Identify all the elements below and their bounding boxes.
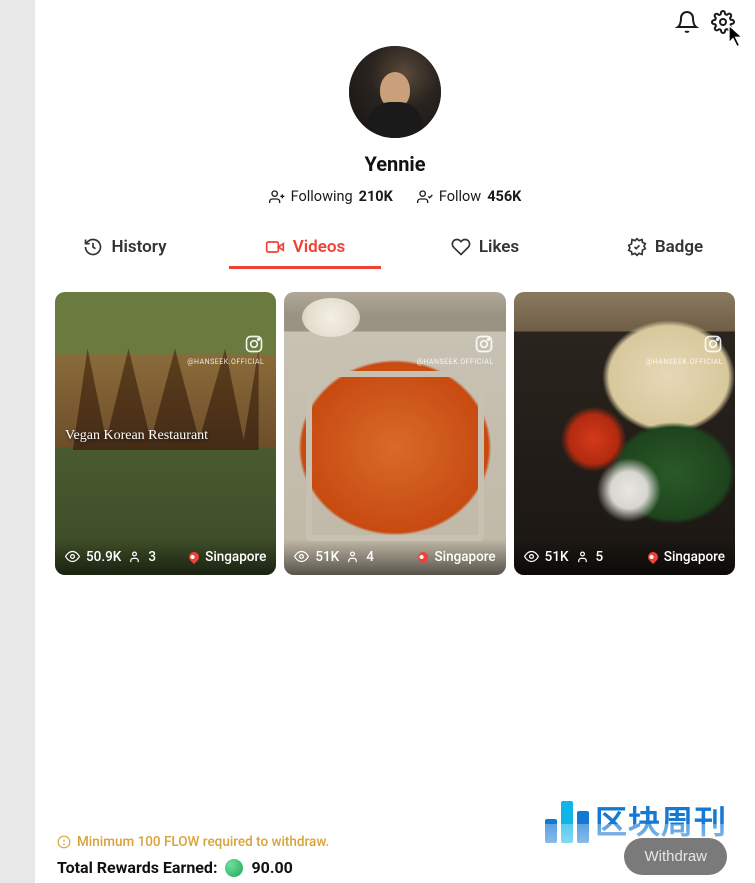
- location-label: Singapore: [434, 549, 495, 565]
- tab-label: History: [111, 237, 166, 257]
- instagram-icon: [244, 334, 264, 354]
- video-meta: 50.9K 3 Singapore: [55, 539, 276, 575]
- warning-text: Minimum 100 FLOW required to withdraw.: [77, 834, 329, 850]
- video-card[interactable]: @HANSEEK.OFFICIAL 51K 5 Singapore: [514, 292, 735, 575]
- location-pin-icon: [187, 550, 201, 564]
- video-card[interactable]: @HANSEEK.OFFICIAL 51K 4 Singapore: [284, 292, 505, 575]
- location-pin-icon: [646, 550, 660, 564]
- tab-videos[interactable]: Videos: [215, 227, 395, 269]
- video-card[interactable]: @HANSEEK.OFFICIAL Vegan Korean Restauran…: [55, 292, 276, 575]
- following-label: Following: [291, 188, 353, 205]
- coin-icon: [225, 859, 243, 877]
- history-icon: [83, 237, 103, 257]
- follow-count: 456K: [487, 188, 521, 205]
- views-count: 51K: [545, 549, 569, 565]
- ig-handle: @HANSEEK.OFFICIAL: [417, 358, 494, 366]
- video-grid: @HANSEEK.OFFICIAL Vegan Korean Restauran…: [35, 270, 755, 575]
- video-meta: 51K 4 Singapore: [284, 539, 505, 575]
- following-count: 210K: [359, 188, 393, 205]
- ig-handle: @HANSEEK.OFFICIAL: [646, 358, 723, 366]
- views-count: 50.9K: [86, 549, 121, 565]
- video-overlay-title: Vegan Korean Restaurant: [65, 428, 266, 444]
- rewards-value: 90.00: [251, 858, 292, 877]
- tabs: History Videos Likes Badge: [35, 227, 755, 270]
- tab-label: Badge: [655, 237, 703, 257]
- tab-history[interactable]: History: [35, 227, 215, 269]
- topbar: [35, 0, 755, 38]
- engagement-count: 5: [596, 549, 604, 565]
- users-icon: [345, 549, 360, 564]
- withdraw-button[interactable]: Withdraw: [624, 838, 727, 875]
- location-pin-icon: [416, 550, 430, 564]
- username: Yennie: [364, 152, 425, 176]
- notifications-icon[interactable]: [675, 10, 699, 38]
- instagram-icon: [474, 334, 494, 354]
- tab-label: Videos: [293, 237, 346, 257]
- rewards-footer: Minimum 100 FLOW required to withdraw. T…: [35, 824, 755, 883]
- profile-header: Yennie Following 210K Follow 456K: [35, 38, 755, 205]
- tab-badge[interactable]: Badge: [575, 227, 755, 269]
- eye-icon: [524, 549, 539, 564]
- follow-label: Follow: [439, 188, 481, 205]
- instagram-icon: [703, 334, 723, 354]
- profile-screen: Yennie Following 210K Follow 456K: [35, 0, 755, 883]
- user-check-icon: [417, 189, 433, 205]
- follow-stat[interactable]: Follow 456K: [417, 188, 522, 205]
- location-label: Singapore: [664, 549, 725, 565]
- views-count: 51K: [315, 549, 339, 565]
- rewards-label: Total Rewards Earned:: [57, 858, 217, 877]
- settings-icon[interactable]: [711, 10, 735, 38]
- engagement-count: 4: [366, 549, 374, 565]
- tab-likes[interactable]: Likes: [395, 227, 575, 269]
- users-icon: [127, 549, 142, 564]
- badge-icon: [627, 237, 647, 257]
- ig-handle: @HANSEEK.OFFICIAL: [187, 358, 264, 366]
- user-plus-icon: [269, 189, 285, 205]
- eye-icon: [65, 549, 80, 564]
- heart-icon: [451, 237, 471, 257]
- avatar[interactable]: [349, 46, 441, 138]
- location-label: Singapore: [205, 549, 266, 565]
- follow-stats: Following 210K Follow 456K: [269, 188, 522, 205]
- eye-icon: [294, 549, 309, 564]
- engagement-count: 3: [148, 549, 156, 565]
- video-icon: [265, 237, 285, 257]
- video-meta: 51K 5 Singapore: [514, 539, 735, 575]
- following-stat[interactable]: Following 210K: [269, 188, 393, 205]
- info-icon: [57, 835, 71, 849]
- tab-label: Likes: [479, 237, 519, 257]
- users-icon: [575, 549, 590, 564]
